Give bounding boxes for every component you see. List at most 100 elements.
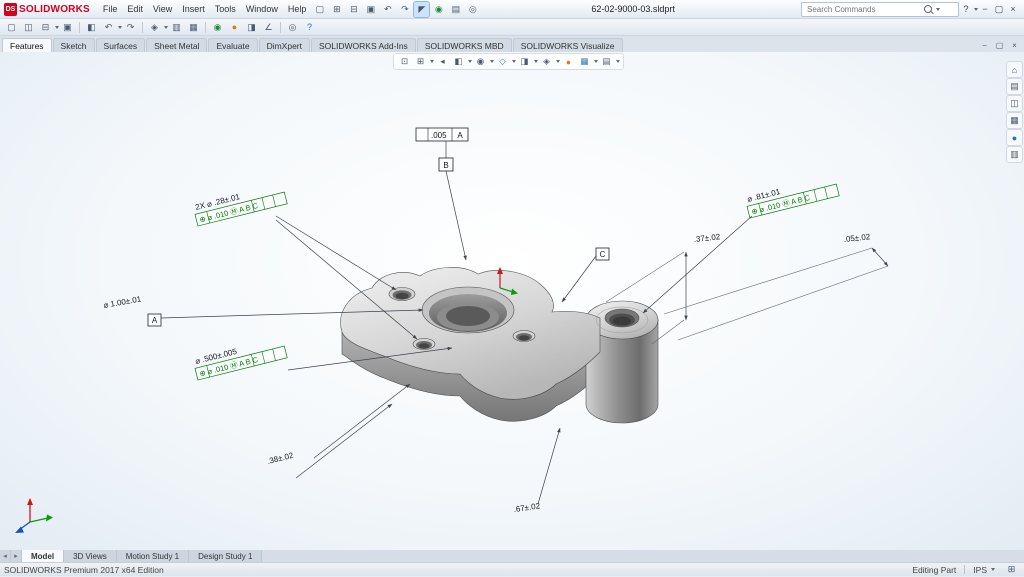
tab-evaluate[interactable]: Evaluate <box>208 38 257 52</box>
edit-appearance-icon[interactable]: ● <box>562 55 575 68</box>
undo-icon[interactable]: ↶ <box>380 2 395 17</box>
hole-counterbore[interactable] <box>413 339 435 350</box>
help-icon[interactable]: ? <box>302 20 317 35</box>
section-dropdown-icon[interactable] <box>468 60 472 63</box>
units-selector[interactable]: IPS <box>973 565 995 575</box>
redo-icon[interactable]: ↷ <box>123 20 138 35</box>
save-dropdown-icon[interactable] <box>55 26 59 29</box>
dim-05[interactable]: .05±.02 <box>664 232 888 340</box>
menu-window[interactable]: Window <box>241 4 283 14</box>
model-view[interactable]: .005 A B 2X ⌀ .28±.01 ⊕ ⌀ .010 Ⓜ A B C <box>0 52 1024 550</box>
tab-dimxpert[interactable]: DimXpert <box>259 38 310 52</box>
print-icon[interactable]: ▣ <box>363 2 378 17</box>
dim-38[interactable]: .38±.02 <box>266 384 410 478</box>
selection-filter-icon[interactable]: ◈ <box>147 20 162 35</box>
view-settings-dropdown-icon[interactable] <box>616 60 620 63</box>
callout-right[interactable]: ⌀ .81±.01 ⊕ ⌀ .010 Ⓜ A B C <box>643 173 839 313</box>
tab-surfaces[interactable]: Surfaces <box>96 38 146 52</box>
undo-dropdown-icon[interactable] <box>118 26 122 29</box>
menu-insert[interactable]: Insert <box>177 4 210 14</box>
undo-icon[interactable]: ↶ <box>101 20 116 35</box>
zoom-dropdown-icon[interactable] <box>430 60 434 63</box>
units-dropdown-icon[interactable] <box>991 568 995 571</box>
tab-sketch[interactable]: Sketch <box>53 38 95 52</box>
open-document-icon[interactable]: ◫ <box>21 20 36 35</box>
hide-show-dropdown-icon[interactable] <box>556 60 560 63</box>
section-view-icon[interactable]: ◧ <box>452 55 465 68</box>
tab-features[interactable]: Features <box>2 38 52 52</box>
search-commands-box[interactable] <box>801 2 959 17</box>
tab-scroll-left-icon[interactable]: ◂ <box>0 550 11 562</box>
rebuild-icon[interactable]: ◉ <box>210 20 225 35</box>
doc-minimize-icon[interactable]: − <box>978 39 991 52</box>
view-palette-icon[interactable]: ▦ <box>1007 113 1022 128</box>
tab-solidworks-mbd[interactable]: SOLIDWORKS MBD <box>417 38 512 52</box>
display-style-dropdown-icon[interactable] <box>534 60 538 63</box>
main-bore[interactable] <box>422 287 514 333</box>
measure-icon[interactable]: ∠ <box>261 20 276 35</box>
tab-model[interactable]: Model <box>22 550 64 562</box>
solidworks-resources-icon[interactable]: ⌂ <box>1007 62 1022 77</box>
save-document-icon[interactable]: ⊟ <box>38 20 53 35</box>
hide-show-items-icon[interactable]: ◈ <box>540 55 553 68</box>
appearances-scenes-icon[interactable]: ● <box>1007 130 1022 145</box>
copy-icon[interactable]: ▥ <box>169 20 184 35</box>
annotation-views-dropdown-icon[interactable] <box>490 60 494 63</box>
tab-motion-study-1[interactable]: Motion Study 1 <box>117 550 189 562</box>
edit-color-icon[interactable]: ● <box>227 20 242 35</box>
tab-3d-views[interactable]: 3D Views <box>64 550 117 562</box>
options-icon[interactable]: ◎ <box>465 2 480 17</box>
menu-help[interactable]: Help <box>283 4 312 14</box>
paste-icon[interactable]: ▦ <box>186 20 201 35</box>
view-orientation-dropdown-icon[interactable] <box>512 60 516 63</box>
tab-design-study-1[interactable]: Design Study 1 <box>189 550 262 562</box>
part-model[interactable] <box>340 267 658 423</box>
doc-restore-icon[interactable]: ▢ <box>993 39 1006 52</box>
selection-filter-dropdown-icon[interactable] <box>164 26 168 29</box>
save-icon[interactable]: ⊟ <box>346 2 361 17</box>
previous-view-icon[interactable]: ◂ <box>436 55 449 68</box>
status-customize-icon[interactable]: ⊞ <box>1004 562 1019 577</box>
apply-scene-dropdown-icon[interactable] <box>594 60 598 63</box>
hole-right[interactable] <box>513 331 535 342</box>
custom-properties-icon[interactable]: ▥ <box>1007 147 1022 162</box>
new-document-icon[interactable]: ▢ <box>4 20 19 35</box>
close-button[interactable]: × <box>1006 2 1020 16</box>
tab-solidworks-add-ins[interactable]: SOLIDWORKS Add-Ins <box>311 38 416 52</box>
menu-edit[interactable]: Edit <box>122 4 148 14</box>
display-style-icon[interactable]: ◨ <box>518 55 531 68</box>
new-icon[interactable]: ▢ <box>312 2 327 17</box>
tab-solidworks-visualize[interactable]: SOLIDWORKS Visualize <box>513 38 623 52</box>
zoom-fit-icon[interactable]: ⊡ <box>398 55 411 68</box>
print-document-icon[interactable]: ▣ <box>60 20 75 35</box>
apply-scene-icon[interactable]: ▦ <box>578 55 591 68</box>
graphics-area[interactable]: .005 A B 2X ⌀ .28±.01 ⊕ ⌀ .010 Ⓜ A B C <box>0 52 1024 550</box>
zoom-area-icon[interactable]: ⊞ <box>414 55 427 68</box>
view-settings-icon[interactable]: ▤ <box>600 55 613 68</box>
maximize-button[interactable]: ▢ <box>992 2 1006 16</box>
design-library-icon[interactable]: ▤ <box>1007 79 1022 94</box>
options-icon[interactable]: ◎ <box>285 20 300 35</box>
open-icon[interactable]: ⊞ <box>329 2 344 17</box>
datum-c[interactable]: C <box>562 248 609 302</box>
redo-icon[interactable]: ↷ <box>397 2 412 17</box>
file-explorer-icon[interactable]: ◫ <box>1007 96 1022 111</box>
search-icon[interactable] <box>924 5 932 13</box>
menu-tools[interactable]: Tools <box>210 4 241 14</box>
tab-sheet-metal[interactable]: Sheet Metal <box>146 38 207 52</box>
file-properties-icon[interactable]: ▤ <box>448 2 463 17</box>
minimize-button[interactable]: − <box>978 2 992 16</box>
select-tool-icon[interactable]: ◤ <box>414 2 429 17</box>
view-orientation-icon[interactable]: ◇ <box>496 55 509 68</box>
help-button[interactable]: ? <box>959 2 973 16</box>
search-input[interactable] <box>805 4 921 15</box>
dynamic-annotation-views-icon[interactable]: ◉ <box>474 55 487 68</box>
tab-scroll-right-icon[interactable]: ▸ <box>11 550 22 562</box>
dim-67[interactable]: .67±.02 <box>513 428 560 514</box>
menu-file[interactable]: File <box>98 4 123 14</box>
section-view-icon[interactable]: ◨ <box>244 20 259 35</box>
menu-view[interactable]: View <box>148 4 177 14</box>
rebuild-icon[interactable]: ◉ <box>431 2 446 17</box>
fcf-parallelism[interactable]: .005 A B <box>416 128 468 260</box>
doc-close-icon[interactable]: × <box>1008 39 1021 52</box>
